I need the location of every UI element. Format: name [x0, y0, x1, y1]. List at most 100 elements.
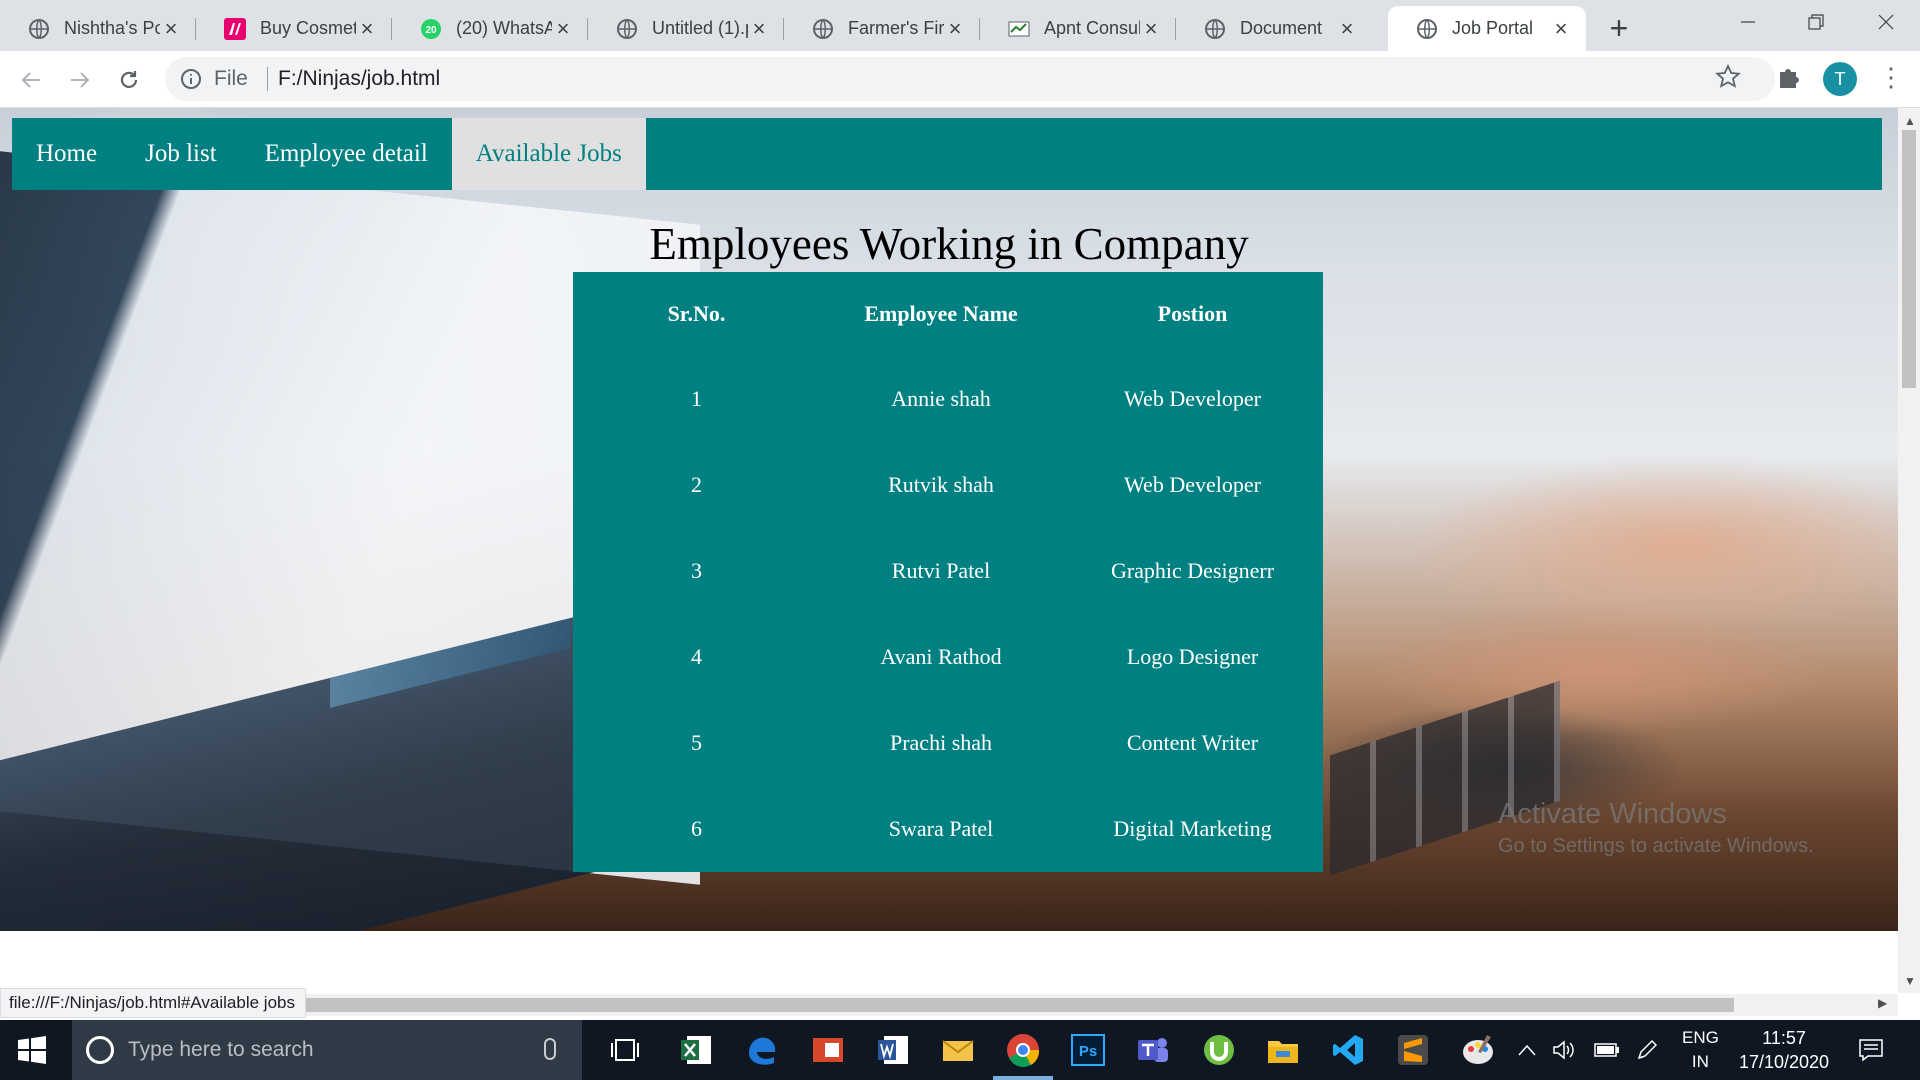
- pen-icon[interactable]: [1636, 1020, 1658, 1080]
- input-language[interactable]: ENG IN: [1682, 1026, 1719, 1074]
- cell-employee-name: Rutvi Patel: [891, 558, 991, 583]
- excel-icon[interactable]: [676, 1030, 716, 1070]
- teams-icon[interactable]: [1133, 1030, 1173, 1070]
- scroll-up-icon[interactable]: ▲: [1904, 114, 1916, 128]
- browser-menu-icon[interactable]: ⋮: [1878, 62, 1904, 96]
- task-view-icon[interactable]: [605, 1030, 645, 1070]
- tab-nishthas-portfolio[interactable]: Nishtha's Po ×: [0, 6, 196, 51]
- forward-button[interactable]: [63, 63, 97, 97]
- back-button[interactable]: [14, 63, 48, 97]
- close-icon[interactable]: ×: [160, 17, 182, 40]
- cell-sr-no: 3: [691, 558, 702, 583]
- cell-position: Graphic Designerr: [1110, 558, 1275, 583]
- cell-employee-name: Rutvik shah: [888, 472, 994, 497]
- mail-icon[interactable]: [938, 1030, 978, 1070]
- minimize-icon: [1741, 21, 1755, 23]
- nav-employee-detail[interactable]: Employee detail: [241, 118, 452, 190]
- cell-employee-name: Avani Rathod: [880, 644, 1002, 669]
- url-text[interactable]: F:/Ninjas/job.html: [270, 67, 440, 91]
- header-employee-name: Employee Name: [864, 301, 1018, 326]
- nav-home[interactable]: Home: [12, 118, 121, 190]
- close-window-button[interactable]: [1852, 4, 1920, 40]
- profile-avatar[interactable]: T: [1823, 62, 1857, 96]
- table-row: 1 Annie shah Web Developer: [573, 356, 1323, 442]
- photoshop-icon[interactable]: Ps: [1068, 1030, 1108, 1070]
- handshake-icon: [1008, 18, 1030, 40]
- edge-icon[interactable]: [742, 1030, 782, 1070]
- close-icon[interactable]: ×: [356, 17, 378, 40]
- close-icon[interactable]: ×: [944, 17, 966, 40]
- taskbar-search[interactable]: Type here to search: [72, 1020, 582, 1080]
- tab-title: Buy Cosmeti: [260, 18, 356, 38]
- info-icon[interactable]: [179, 67, 203, 91]
- tab-title: Document: [1240, 18, 1323, 38]
- tab-untitled[interactable]: Untitled (1).p ×: [588, 6, 784, 51]
- globe-icon: [28, 18, 50, 40]
- site-navbar: Home Job list Employee detail Available …: [12, 118, 1882, 190]
- header-position: Postion: [1157, 301, 1228, 326]
- nav-job-list[interactable]: Job list: [121, 118, 241, 190]
- globe-icon: [1204, 18, 1226, 40]
- minimize-button[interactable]: [1714, 4, 1782, 40]
- globe-icon: [812, 18, 834, 40]
- scrollbar-thumb[interactable]: [1902, 130, 1916, 388]
- cell-employee-name: Swara Patel: [888, 816, 994, 841]
- bookmark-star-icon[interactable]: [1715, 64, 1741, 90]
- reload-button[interactable]: [112, 63, 146, 97]
- watermark-subtitle: Go to Settings to activate Windows.: [1498, 835, 1814, 857]
- tab-title: Nishtha's Po: [64, 18, 160, 38]
- show-hidden-icons[interactable]: [1518, 1020, 1536, 1080]
- cell-position: Content Writer: [1126, 730, 1259, 755]
- tab-buy-cosmetics[interactable]: Buy Cosmeti ×: [196, 6, 392, 51]
- close-icon[interactable]: ×: [1336, 17, 1358, 40]
- employee-table: Sr.No. Employee Name Postion 1 Annie sha…: [573, 272, 1323, 872]
- tab-whatsapp[interactable]: 20 (20) WhatsA ×: [392, 6, 588, 51]
- cell-employee-name: Prachi shah: [889, 730, 993, 755]
- restore-button[interactable]: [1782, 4, 1850, 40]
- utorrent-icon[interactable]: [1199, 1030, 1239, 1070]
- scroll-right-icon[interactable]: ▶: [1878, 996, 1887, 1010]
- office-lens-icon[interactable]: [808, 1030, 848, 1070]
- vscode-icon[interactable]: [1328, 1030, 1368, 1070]
- close-icon[interactable]: ×: [552, 17, 574, 40]
- chevron-up-icon: [1518, 1044, 1536, 1056]
- table-header-row: Sr.No. Employee Name Postion: [573, 272, 1323, 356]
- paint-icon[interactable]: [1458, 1030, 1498, 1070]
- vertical-scrollbar[interactable]: ▲ ▼: [1898, 108, 1920, 993]
- extensions-icon[interactable]: [1776, 64, 1802, 90]
- cell-position: Web Developer: [1124, 472, 1261, 497]
- tab-farmers-firm[interactable]: Farmer's Firm ×: [784, 6, 980, 51]
- sublime-text-icon[interactable]: [1393, 1030, 1433, 1070]
- watermark-title: Activate Windows: [1498, 798, 1727, 830]
- tab-document[interactable]: Document ×: [1176, 6, 1372, 51]
- tab-title: Job Portal: [1452, 18, 1534, 38]
- tab-strip: Nishtha's Po × Buy Cosmeti × 20 (20) Wha…: [0, 0, 1920, 51]
- volume-icon[interactable]: [1552, 1020, 1576, 1080]
- microphone-icon[interactable]: [544, 1038, 556, 1060]
- clock-time: 11:57: [1762, 1028, 1806, 1048]
- tab-apnt-consult[interactable]: Apnt Consul ×: [980, 6, 1176, 51]
- battery-icon[interactable]: [1594, 1020, 1620, 1080]
- nav-available-jobs[interactable]: Available Jobs: [451, 118, 646, 190]
- restore-icon: [1808, 14, 1824, 30]
- search-placeholder: Type here to search: [128, 1038, 314, 1061]
- nykaa-icon: [224, 17, 246, 40]
- notifications-icon[interactable]: [1858, 1020, 1884, 1080]
- word-icon[interactable]: [873, 1030, 913, 1070]
- status-bar-url: file:///F:/Ninjas/job.html#Available job…: [0, 988, 306, 1018]
- close-icon[interactable]: ×: [748, 17, 770, 40]
- activate-windows-watermark: Activate Windows Go to Settings to activ…: [1498, 798, 1814, 858]
- file-explorer-icon[interactable]: [1263, 1030, 1303, 1070]
- tab-job-portal[interactable]: Job Portal ×: [1388, 6, 1586, 51]
- forward-arrow-icon: [71, 72, 90, 88]
- close-icon[interactable]: ×: [1550, 17, 1572, 40]
- new-tab-button[interactable]: +: [1602, 12, 1636, 46]
- address-bar[interactable]: File F:/Ninjas/job.html: [165, 57, 1775, 101]
- clock[interactable]: 11:57 17/10/2020: [1734, 1026, 1834, 1074]
- globe-icon: [1416, 18, 1438, 40]
- close-icon[interactable]: ×: [1140, 17, 1162, 40]
- header-sr-no: Sr.No.: [667, 301, 726, 326]
- scroll-down-icon[interactable]: ▼: [1904, 974, 1916, 988]
- chrome-icon[interactable]: [1003, 1030, 1043, 1070]
- windows-start-icon[interactable]: [18, 1036, 46, 1064]
